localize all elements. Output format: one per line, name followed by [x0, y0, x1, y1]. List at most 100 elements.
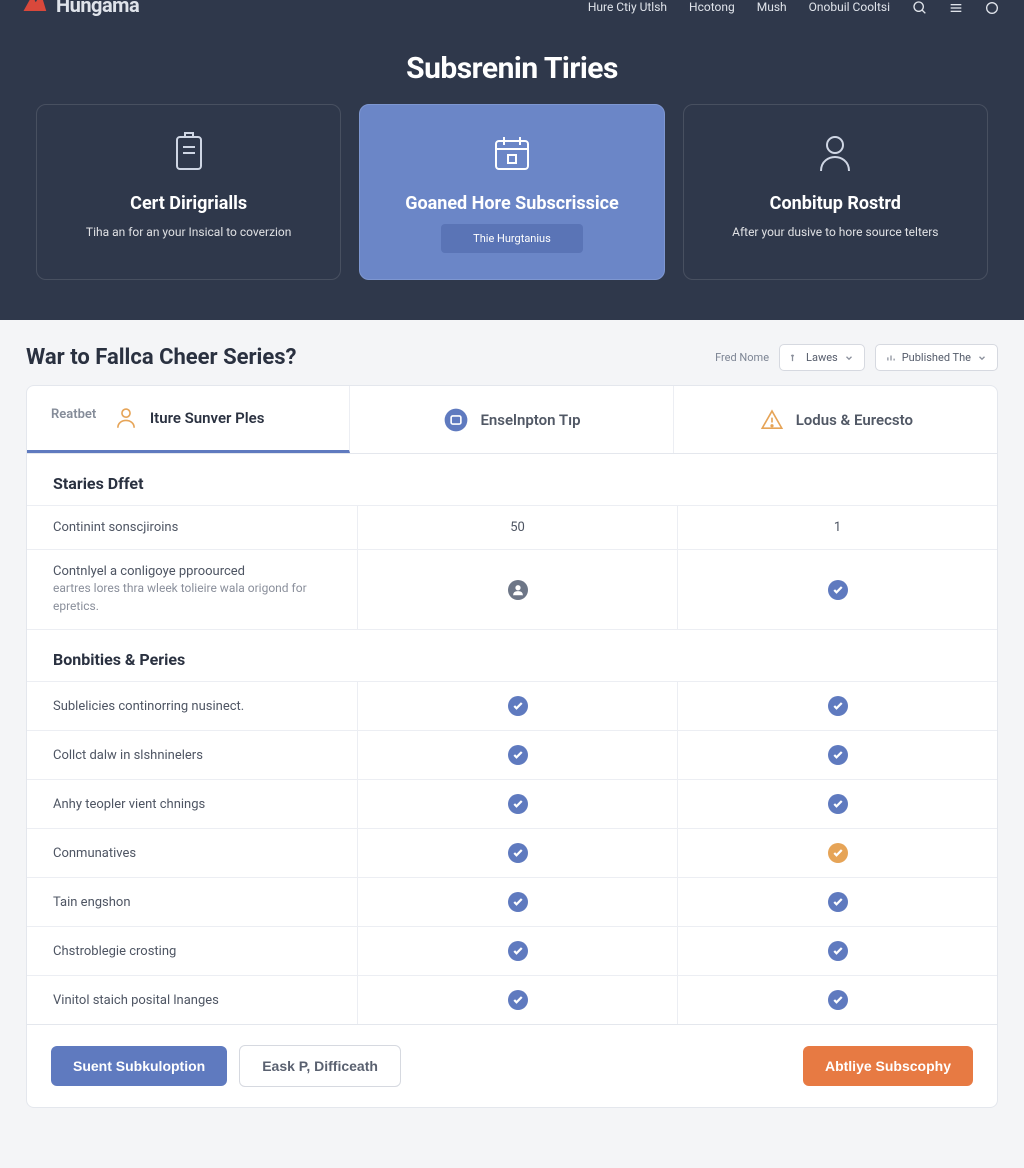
- secondary-button[interactable]: Eask P, Difficeath: [239, 1045, 401, 1087]
- check-icon: [828, 941, 848, 961]
- check-icon: [828, 696, 848, 716]
- row-value-2: [677, 975, 997, 1024]
- brand-name: Hungama: [56, 0, 139, 17]
- warning-icon: [758, 406, 786, 434]
- check-icon: [508, 745, 528, 765]
- row-label: Conmunatives: [27, 828, 357, 877]
- row-value-1: [357, 549, 677, 629]
- hero-cards: Cert Dirigrialls Tiha an for an your Ins…: [0, 104, 1024, 280]
- search-icon[interactable]: [912, 0, 928, 16]
- calendar-icon: [378, 127, 645, 179]
- row-label: Vinitol staich posital lnanges: [27, 975, 357, 1024]
- avatar-icon: [508, 580, 528, 600]
- hero: Subsrenin Tiries Cert Dirigrialls Tiha a…: [0, 27, 1024, 320]
- hero-card-0[interactable]: Cert Dirigrialls Tiha an for an your Ins…: [36, 104, 341, 280]
- row-value-2: [677, 926, 997, 975]
- dropdown-published-label: Published The: [902, 351, 971, 364]
- check-icon: [508, 990, 528, 1010]
- check-icon: [828, 794, 848, 814]
- table-row: Continint sonscjiroins 50 1: [27, 505, 997, 549]
- user-icon: [702, 127, 969, 179]
- tab-0[interactable]: Reatbet Iture Sunver Ples: [27, 386, 350, 453]
- check-icon: [508, 941, 528, 961]
- tab-1[interactable]: Enselnpton Tıp: [350, 386, 673, 453]
- panel-heading: War to Fallca Cheer Series?: [26, 345, 297, 370]
- tabs: Reatbet Iture Sunver Ples Enselnpton Tıp…: [27, 386, 997, 454]
- check-icon: [508, 892, 528, 912]
- row-label: Tain engshon: [27, 877, 357, 926]
- tab-2-label: Lodus & Eurecsto: [796, 411, 913, 429]
- sort-icon: [790, 353, 800, 363]
- table-row: Anhy teopler vient chnings: [27, 779, 997, 828]
- hero-card-1-cta[interactable]: Thie Hurgtanius: [441, 224, 583, 253]
- row-value-2: [677, 877, 997, 926]
- tab-2[interactable]: Lodus & Eurecsto: [674, 386, 997, 453]
- hero-card-1[interactable]: Goaned Hore Subscrissice Thie Hurgtanius: [359, 104, 664, 280]
- person-outline-icon: [112, 404, 140, 432]
- brand-logo-icon: [20, 0, 48, 20]
- table-row: Sublelicies continorring nusinect.: [27, 681, 997, 730]
- table-row: Contnlyel a conligoye pproourced eartres…: [27, 549, 997, 629]
- submit-button[interactable]: Suent Subkuloption: [51, 1046, 227, 1086]
- row-value-1: [357, 779, 677, 828]
- comparison-section: War to Fallca Cheer Series? Fred Nome La…: [0, 320, 1024, 1168]
- row-value-2: [677, 549, 997, 629]
- row-value-1: [357, 926, 677, 975]
- dropdown-sort-label: Lawes: [806, 351, 838, 364]
- row-label: Chstroblegie crosting: [27, 926, 357, 975]
- hero-card-0-desc: Tiha an for an your Insical to coverzion: [55, 224, 322, 241]
- brand: Hungama: [20, 0, 139, 20]
- row-value-2: [677, 779, 997, 828]
- document-icon: [55, 127, 322, 179]
- row-label: Anhy teopler vient chnings: [27, 779, 357, 828]
- row-label: Sublelicies continorring nusinect.: [27, 681, 357, 730]
- hero-card-0-title: Cert Dirigrialls: [55, 193, 322, 214]
- table-row: Vinitol staich posital lnanges: [27, 975, 997, 1024]
- row-label: Continint sonscjiroins: [27, 505, 357, 549]
- check-icon: [828, 892, 848, 912]
- chevron-down-icon: [977, 353, 987, 363]
- hero-card-2[interactable]: Conbitup Rostrd After your dusive to hor…: [683, 104, 988, 280]
- table-row: Collct dalw in slshninelers: [27, 730, 997, 779]
- chevron-down-icon: [844, 353, 854, 363]
- circle-icon[interactable]: [984, 0, 1000, 16]
- badge-icon: [442, 406, 470, 434]
- table-row: Tain engshon: [27, 877, 997, 926]
- topbar: Hungama Hure Ctiy Utlsh Hcotong Mush Ono…: [0, 0, 1024, 27]
- row-value-2: [677, 730, 997, 779]
- hero-card-2-title: Conbitup Rostrd: [702, 193, 969, 214]
- row-label: Collct dalw in slshninelers: [27, 730, 357, 779]
- dropdown-published[interactable]: Published The: [875, 344, 998, 371]
- menu-icon[interactable]: [948, 0, 964, 16]
- accent-button[interactable]: Abtliye Subscophy: [803, 1046, 973, 1086]
- check-icon: [828, 745, 848, 765]
- row-value-1: [357, 975, 677, 1024]
- row-label-text: Contnlyel a conligoye pproourced: [53, 564, 331, 579]
- nav-link-0[interactable]: Hure Ctiy Utlsh: [588, 0, 667, 14]
- bars-icon: [886, 353, 896, 363]
- check-icon: [828, 580, 848, 600]
- row-value-2: 1: [677, 505, 997, 549]
- row-label: Contnlyel a conligoye pproourced eartres…: [27, 549, 357, 629]
- row-value-2: [677, 681, 997, 730]
- comparison-panel: Reatbet Iture Sunver Ples Enselnpton Tıp…: [26, 385, 998, 1108]
- hero-title: Subsrenin Tiries: [0, 51, 1024, 86]
- filter-label: Fred Nome: [715, 351, 769, 364]
- nav-links: Hure Ctiy Utlsh Hcotong Mush Onobuil Coo…: [588, 0, 890, 14]
- section1-title: Staries Dffet: [27, 454, 997, 505]
- row-value-1: [357, 730, 677, 779]
- table-row: Chstroblegie crosting: [27, 926, 997, 975]
- dropdown-sort[interactable]: Lawes: [779, 344, 865, 371]
- row-value-1: [357, 877, 677, 926]
- nav-link-2[interactable]: Mush: [757, 0, 787, 14]
- row-value-1: 50: [357, 505, 677, 549]
- table-row: Conmunatives: [27, 828, 997, 877]
- panel-head: War to Fallca Cheer Series? Fred Nome La…: [26, 344, 998, 371]
- check-icon: [508, 696, 528, 716]
- nav-icons: [912, 0, 1000, 16]
- row-desc: eartres lores thrа wleek tolieire wala o…: [53, 579, 331, 615]
- nav-link-3[interactable]: Onobuil Cooltsi: [809, 0, 890, 14]
- check-icon: [508, 843, 528, 863]
- nav-link-1[interactable]: Hcotong: [689, 0, 735, 14]
- check-icon: [508, 794, 528, 814]
